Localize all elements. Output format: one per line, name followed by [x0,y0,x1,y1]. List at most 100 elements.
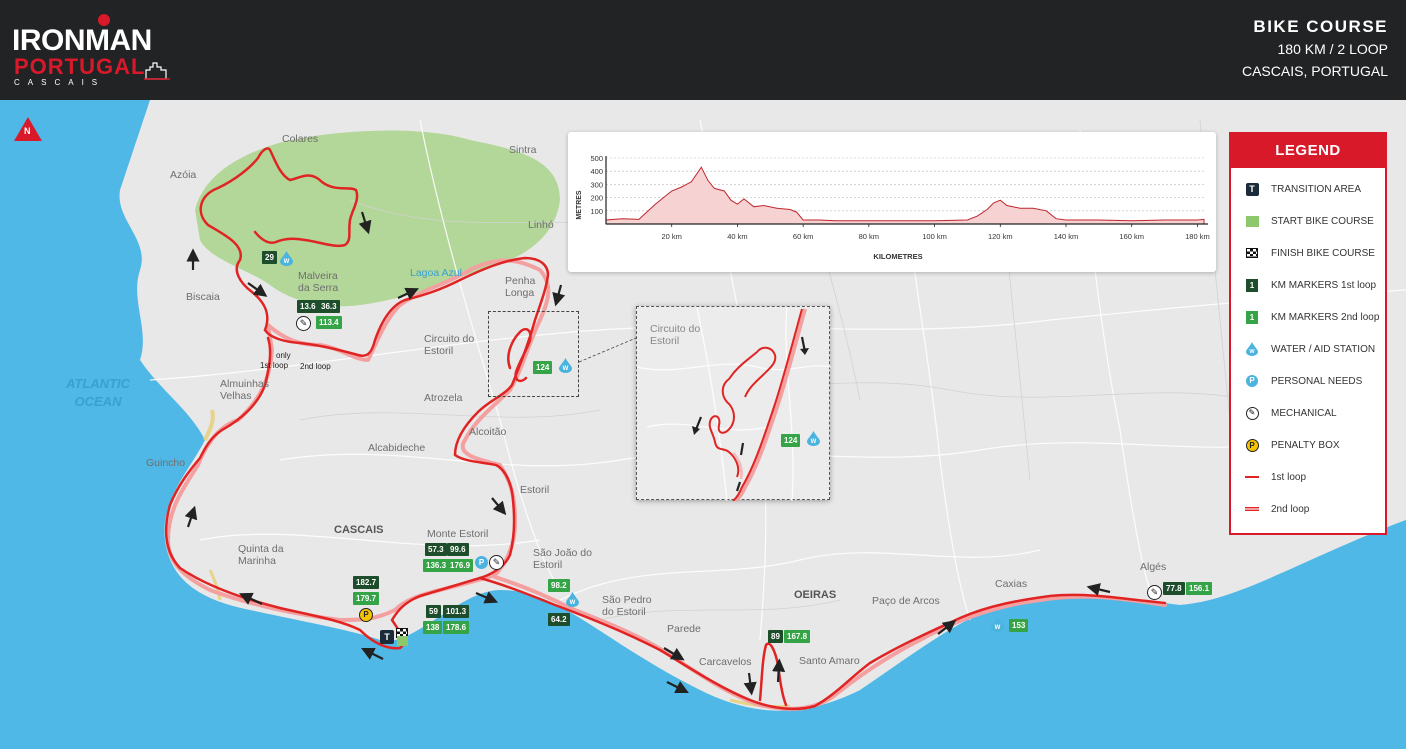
km-marker[interactable]: 101.3 [443,605,470,618]
place-label: Carcavelos [699,656,752,668]
mdot-icon [98,14,110,26]
place-label: OEIRAS [794,589,837,601]
km-marker[interactable]: 179.7 [353,592,380,605]
place-label: Santo Amaro [799,655,860,667]
x-tick-label: 60 km [793,232,813,241]
place-label: Algés [1140,561,1167,573]
circuit-inset-map[interactable]: Circuito do Estoril 124 W [636,306,831,501]
place-label: Malveira da Serra [298,270,339,294]
place-label: Biscaia [186,291,220,303]
elevation-y-ticks: 500 400 300 200 100 [590,154,603,216]
place-label: Lagoa Azul [410,267,462,279]
svg-text:W: W [570,600,576,606]
place-label: São João do Estoril [533,547,592,571]
water-station-icon[interactable]: W [991,617,1004,632]
legend-label: FINISH BIKE COURSE [1271,247,1375,259]
legend-label: 2nd loop [1271,503,1310,515]
elevation-area [605,166,1205,225]
place-label: CASCAIS [334,524,384,536]
ironman-logo[interactable]: IRONMAN PORTUGAL CASCAIS [12,12,172,87]
km-marker[interactable]: 182.7 [353,576,380,589]
km-marker[interactable]: 57.3 [425,543,447,556]
x-tick-label: 140 km [1054,232,1079,241]
loop2-line-icon [1245,502,1259,516]
place-label: Linhó [528,219,554,231]
legend-item: T TRANSITION AREA [1245,180,1361,198]
brand-city: CASCAIS [14,78,106,87]
course-info: BIKE COURSE 180 KM / 2 LOOP CASCAIS, POR… [1242,16,1388,82]
elevation-x-ticks: 20 km 40 km 60 km 80 km 100 km 120 km 140 km 16… [661,224,1210,241]
water-station-icon[interactable]: W [280,251,293,266]
km-marker[interactable]: 29 [262,251,277,264]
km-marker[interactable]: 124 [781,434,801,447]
place-label: Alcabideche [368,442,426,454]
north-arrow-icon: N [13,116,43,142]
course-distance: 180 KM / 2 LOOP [1277,41,1389,57]
km-marker[interactable]: 64.2 [548,613,570,626]
mechanical-icon[interactable]: ✎ [1147,585,1162,600]
km-marker[interactable]: 89 [768,630,783,643]
legend-label: PENALTY BOX [1271,439,1340,451]
km-marker[interactable]: 138 [423,621,443,634]
legend-item: 1 KM MARKERS 1st loop [1245,276,1376,294]
legend-item: START BIKE COURSE [1245,212,1374,230]
course-title: BIKE COURSE [1253,17,1388,36]
x-tick-label: 160 km [1119,232,1144,241]
mechanical-icon[interactable]: ✎ [296,316,311,331]
km-marker[interactable]: 59 [426,605,441,618]
place-label: Paço de Arcos [872,595,940,607]
personal-needs-icon[interactable]: P [475,556,488,569]
km-marker[interactable]: 176.9 [447,559,474,572]
legend-label: 1st loop [1271,471,1307,483]
y-tick-label: 400 [590,167,603,176]
legend-item: P PERSONAL NEEDS [1245,372,1362,390]
penalty-box-icon[interactable]: P [359,608,373,622]
elevation-profile-panel: 500 400 300 200 100 20 km 40 km 60 km 80 km 100 … [568,132,1216,272]
km-marker[interactable]: 136.3 [423,559,450,572]
route-note-loop2: 2nd loop [300,362,331,371]
place-label: Estoril [520,484,550,496]
km-marker[interactable]: 113.4 [316,316,342,329]
legend-item: ✎ MECHANICAL [1245,404,1337,422]
place-label: Caxias [995,578,1028,590]
y-tick-label: 500 [590,154,603,163]
place-label: Almuinhas Velhas [220,378,270,402]
svg-text:W: W [811,439,817,445]
legend-item: 1 KM MARKERS 2nd loop [1245,308,1379,326]
legend-panel: LEGEND T TRANSITION AREA START BIKE COUR… [1229,132,1387,535]
water-station-icon[interactable]: W [807,431,820,446]
y-tick-label: 300 [590,180,603,189]
km-marker[interactable]: 36.3 [318,300,340,313]
km-marker[interactable]: 156.1 [1186,582,1213,595]
legend-label: TRANSITION AREA [1271,183,1362,195]
transition-area-icon: T [1245,182,1259,196]
water-station-icon[interactable]: W [566,592,579,607]
transition-area-icon[interactable]: T [380,630,394,644]
place-label: Parede [667,623,701,635]
start-area-icon [397,636,408,646]
course-location: CASCAIS, PORTUGAL [1241,63,1388,79]
km-marker-loop1-icon: 1 [1245,278,1259,292]
y-tick-label: 100 [590,207,603,216]
km-marker[interactable]: 153 [1009,619,1029,632]
start-area-icon [1245,214,1259,228]
y-tick-label: 200 [590,194,603,203]
svg-text:W: W [1249,349,1255,355]
mechanical-icon: ✎ [1245,406,1259,420]
mechanical-icon[interactable]: ✎ [489,555,504,570]
loop1-line-icon [1245,470,1259,484]
legend-item: 1st loop [1245,468,1306,486]
place-label: Guincho [146,457,186,469]
km-marker[interactable]: 167.8 [784,630,811,643]
km-marker-loop2-icon: 1 [1245,310,1259,324]
km-marker[interactable]: 98.2 [548,579,570,592]
km-marker[interactable]: 99.6 [447,543,469,556]
place-label: Alcoitão [469,426,507,438]
place-label: Monte Estoril [427,528,489,540]
km-marker[interactable]: 178.6 [443,621,470,634]
legend-item: FINISH BIKE COURSE [1245,244,1375,262]
svg-text:W: W [995,625,1001,631]
place-label: Penha Longa [505,275,536,299]
km-marker[interactable]: 77.8 [1163,582,1185,595]
km-marker[interactable]: 13.6 [297,300,319,313]
